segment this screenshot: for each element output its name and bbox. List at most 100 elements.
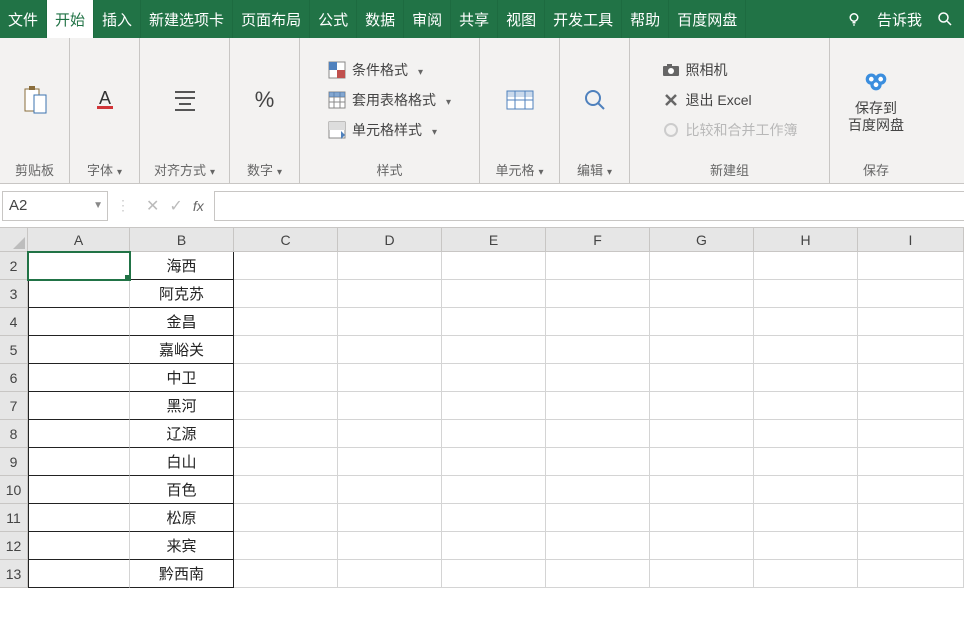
cell-I5[interactable] xyxy=(858,336,964,364)
cells-button[interactable] xyxy=(503,81,537,119)
cell-B4[interactable]: 金昌 xyxy=(130,308,234,336)
cell-C12[interactable] xyxy=(234,532,338,560)
cell-E2[interactable] xyxy=(442,252,546,280)
row-header-10[interactable]: 10 xyxy=(0,476,28,504)
cell-B2[interactable]: 海西 xyxy=(130,252,234,280)
cell-F7[interactable] xyxy=(546,392,650,420)
cell-F6[interactable] xyxy=(546,364,650,392)
cell-I4[interactable] xyxy=(858,308,964,336)
cell-H11[interactable] xyxy=(754,504,858,532)
column-header-A[interactable]: A xyxy=(28,228,130,252)
cell-D7[interactable] xyxy=(338,392,442,420)
column-header-G[interactable]: G xyxy=(650,228,754,252)
cell-E11[interactable] xyxy=(442,504,546,532)
row-header-8[interactable]: 8 xyxy=(0,420,28,448)
cell-B12[interactable]: 来宾 xyxy=(130,532,234,560)
tab-view[interactable]: 视图 xyxy=(498,0,545,38)
cell-E4[interactable] xyxy=(442,308,546,336)
tab-share[interactable]: 共享 xyxy=(451,0,498,38)
cell-H13[interactable] xyxy=(754,560,858,588)
column-header-E[interactable]: E xyxy=(442,228,546,252)
cell-C7[interactable] xyxy=(234,392,338,420)
tell-me[interactable]: 告诉我 xyxy=(877,9,922,30)
cell-B11[interactable]: 松原 xyxy=(130,504,234,532)
cell-I10[interactable] xyxy=(858,476,964,504)
cell-C9[interactable] xyxy=(234,448,338,476)
cell-A3[interactable] xyxy=(28,280,130,308)
cell-G10[interactable] xyxy=(650,476,754,504)
cell-A12[interactable] xyxy=(28,532,130,560)
select-all-corner[interactable] xyxy=(0,228,28,252)
column-header-I[interactable]: I xyxy=(858,228,964,252)
cell-F4[interactable] xyxy=(546,308,650,336)
cell-B7[interactable]: 黑河 xyxy=(130,392,234,420)
cell-F10[interactable] xyxy=(546,476,650,504)
name-box[interactable]: A2 ▼ xyxy=(2,191,108,221)
cell-B8[interactable]: 辽源 xyxy=(130,420,234,448)
cell-E8[interactable] xyxy=(442,420,546,448)
row-header-12[interactable]: 12 xyxy=(0,532,28,560)
tab-data[interactable]: 数据 xyxy=(357,0,404,38)
cell-G6[interactable] xyxy=(650,364,754,392)
cell-F9[interactable] xyxy=(546,448,650,476)
conditional-format-button[interactable]: 条件格式 xyxy=(324,58,427,82)
cell-A5[interactable] xyxy=(28,336,130,364)
cell-A8[interactable] xyxy=(28,420,130,448)
cell-D4[interactable] xyxy=(338,308,442,336)
cell-F5[interactable] xyxy=(546,336,650,364)
cell-G9[interactable] xyxy=(650,448,754,476)
enter-icon[interactable]: ✓ xyxy=(169,196,182,216)
column-header-F[interactable]: F xyxy=(546,228,650,252)
cell-H4[interactable] xyxy=(754,308,858,336)
cell-B13[interactable]: 黔西南 xyxy=(130,560,234,588)
cell-H10[interactable] xyxy=(754,476,858,504)
cell-D13[interactable] xyxy=(338,560,442,588)
cell-B9[interactable]: 白山 xyxy=(130,448,234,476)
cell-B10[interactable]: 百色 xyxy=(130,476,234,504)
cell-F13[interactable] xyxy=(546,560,650,588)
cell-H5[interactable] xyxy=(754,336,858,364)
row-header-3[interactable]: 3 xyxy=(0,280,28,308)
cell-E3[interactable] xyxy=(442,280,546,308)
cell-G8[interactable] xyxy=(650,420,754,448)
tab-formulas[interactable]: 公式 xyxy=(310,0,357,38)
cell-C11[interactable] xyxy=(234,504,338,532)
row-header-11[interactable]: 11 xyxy=(0,504,28,532)
cell-A9[interactable] xyxy=(28,448,130,476)
column-header-D[interactable]: D xyxy=(338,228,442,252)
tab-review[interactable]: 审阅 xyxy=(404,0,451,38)
tab-baidu[interactable]: 百度网盘 xyxy=(669,0,746,38)
row-header-6[interactable]: 6 xyxy=(0,364,28,392)
cell-C13[interactable] xyxy=(234,560,338,588)
cell-D3[interactable] xyxy=(338,280,442,308)
cell-A11[interactable] xyxy=(28,504,130,532)
cell-I8[interactable] xyxy=(858,420,964,448)
cell-E7[interactable] xyxy=(442,392,546,420)
namebox-dropdown-icon[interactable]: ▼ xyxy=(93,200,103,211)
cell-H2[interactable] xyxy=(754,252,858,280)
row-header-5[interactable]: 5 xyxy=(0,336,28,364)
tab-help[interactable]: 帮助 xyxy=(622,0,669,38)
cell-F11[interactable] xyxy=(546,504,650,532)
tab-insert[interactable]: 插入 xyxy=(94,0,141,38)
cell-C3[interactable] xyxy=(234,280,338,308)
cell-B5[interactable]: 嘉峪关 xyxy=(130,336,234,364)
row-header-2[interactable]: 2 xyxy=(0,252,28,280)
align-button[interactable] xyxy=(168,81,202,119)
cell-H12[interactable] xyxy=(754,532,858,560)
cell-H9[interactable] xyxy=(754,448,858,476)
cell-A13[interactable] xyxy=(28,560,130,588)
cell-E12[interactable] xyxy=(442,532,546,560)
cell-G4[interactable] xyxy=(650,308,754,336)
cell-style-button[interactable]: 单元格样式 xyxy=(324,118,441,142)
table-format-button[interactable]: 套用表格格式 xyxy=(324,88,455,112)
formula-input[interactable] xyxy=(214,191,964,221)
cell-A4[interactable] xyxy=(28,308,130,336)
cell-I13[interactable] xyxy=(858,560,964,588)
cell-E13[interactable] xyxy=(442,560,546,588)
editing-button[interactable] xyxy=(578,81,612,119)
cell-I2[interactable] xyxy=(858,252,964,280)
fx-icon[interactable]: fx xyxy=(193,198,204,214)
cell-H6[interactable] xyxy=(754,364,858,392)
cell-D10[interactable] xyxy=(338,476,442,504)
